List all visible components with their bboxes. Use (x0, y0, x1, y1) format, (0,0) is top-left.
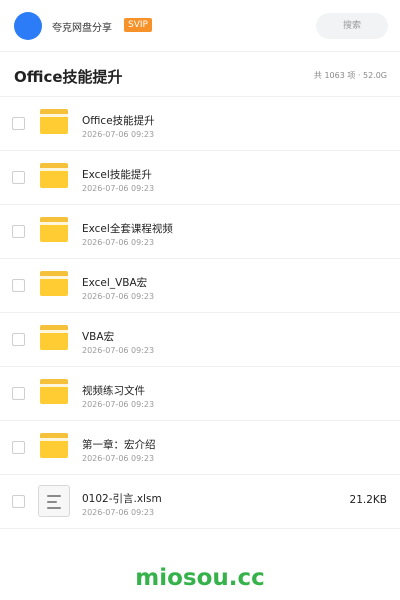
item-name: Excel_VBA宏 (82, 277, 148, 289)
folder-icon (40, 325, 68, 350)
list-item[interactable]: 0102-引言.xlsm 2026-07-06 09:23 21.2KB (0, 475, 400, 529)
select-checkbox[interactable] (12, 333, 25, 346)
item-date: 2026-07-06 09:23 (82, 346, 155, 355)
item-date: 2026-07-06 09:23 (82, 130, 155, 139)
item-date: 2026-07-06 09:23 (82, 454, 155, 463)
select-checkbox[interactable] (12, 441, 25, 454)
item-date: 2026-07-06 09:23 (82, 184, 155, 193)
list-item[interactable]: VBA宏 2026-07-06 09:23 (0, 313, 400, 367)
item-name: 第一章：宏介绍 (82, 439, 156, 451)
list-item[interactable]: 第一章：宏介绍 2026-07-06 09:23 (0, 421, 400, 475)
file-size: 21.2KB (349, 494, 387, 506)
avatar[interactable] (14, 12, 42, 40)
item-count-summary: 共 1063 项 · 52.0G (313, 71, 387, 80)
select-checkbox[interactable] (12, 387, 25, 400)
item-name: VBA宏 (82, 331, 115, 343)
select-checkbox[interactable] (12, 279, 25, 292)
folder-title-bar: Office技能提升 共 1063 项 · 52.0G (0, 52, 400, 97)
top-bar: 夸克网盘分享 SVIP 搜索 (0, 0, 400, 52)
item-name: 视频练习文件 (82, 385, 145, 397)
folder-icon (40, 109, 68, 134)
share-title: 夸克网盘分享 (52, 23, 112, 34)
file-list: Office技能提升 2026-07-06 09:23 Excel技能提升 20… (0, 97, 400, 529)
item-date: 2026-07-06 09:23 (82, 508, 155, 517)
select-checkbox[interactable] (12, 495, 25, 508)
item-date: 2026-07-06 09:23 (82, 238, 155, 247)
folder-icon (40, 379, 68, 404)
select-checkbox[interactable] (12, 225, 25, 238)
search-button[interactable]: 搜索 (316, 13, 388, 39)
list-item[interactable]: 视频练习文件 2026-07-06 09:23 (0, 367, 400, 421)
item-name: Excel技能提升 (82, 169, 152, 181)
item-name: Office技能提升 (82, 115, 155, 127)
item-date: 2026-07-06 09:23 (82, 292, 155, 301)
item-date: 2026-07-06 09:23 (82, 400, 155, 409)
list-item[interactable]: Office技能提升 2026-07-06 09:23 (0, 97, 400, 151)
item-name: Excel全套课程视频 (82, 223, 173, 235)
document-file-icon (38, 485, 70, 517)
svip-badge: SVIP (124, 18, 152, 32)
folder-icon (40, 163, 68, 188)
page-title: Office技能提升 (14, 68, 123, 86)
folder-icon (40, 433, 68, 458)
folder-icon (40, 271, 68, 296)
select-checkbox[interactable] (12, 117, 25, 130)
watermark-text: miosou.cc (135, 565, 265, 591)
select-checkbox[interactable] (12, 171, 25, 184)
folder-icon (40, 217, 68, 242)
list-item[interactable]: Excel技能提升 2026-07-06 09:23 (0, 151, 400, 205)
item-name: 0102-引言.xlsm (82, 493, 162, 505)
list-item[interactable]: Excel_VBA宏 2026-07-06 09:23 (0, 259, 400, 313)
list-item[interactable]: Excel全套课程视频 2026-07-06 09:23 (0, 205, 400, 259)
